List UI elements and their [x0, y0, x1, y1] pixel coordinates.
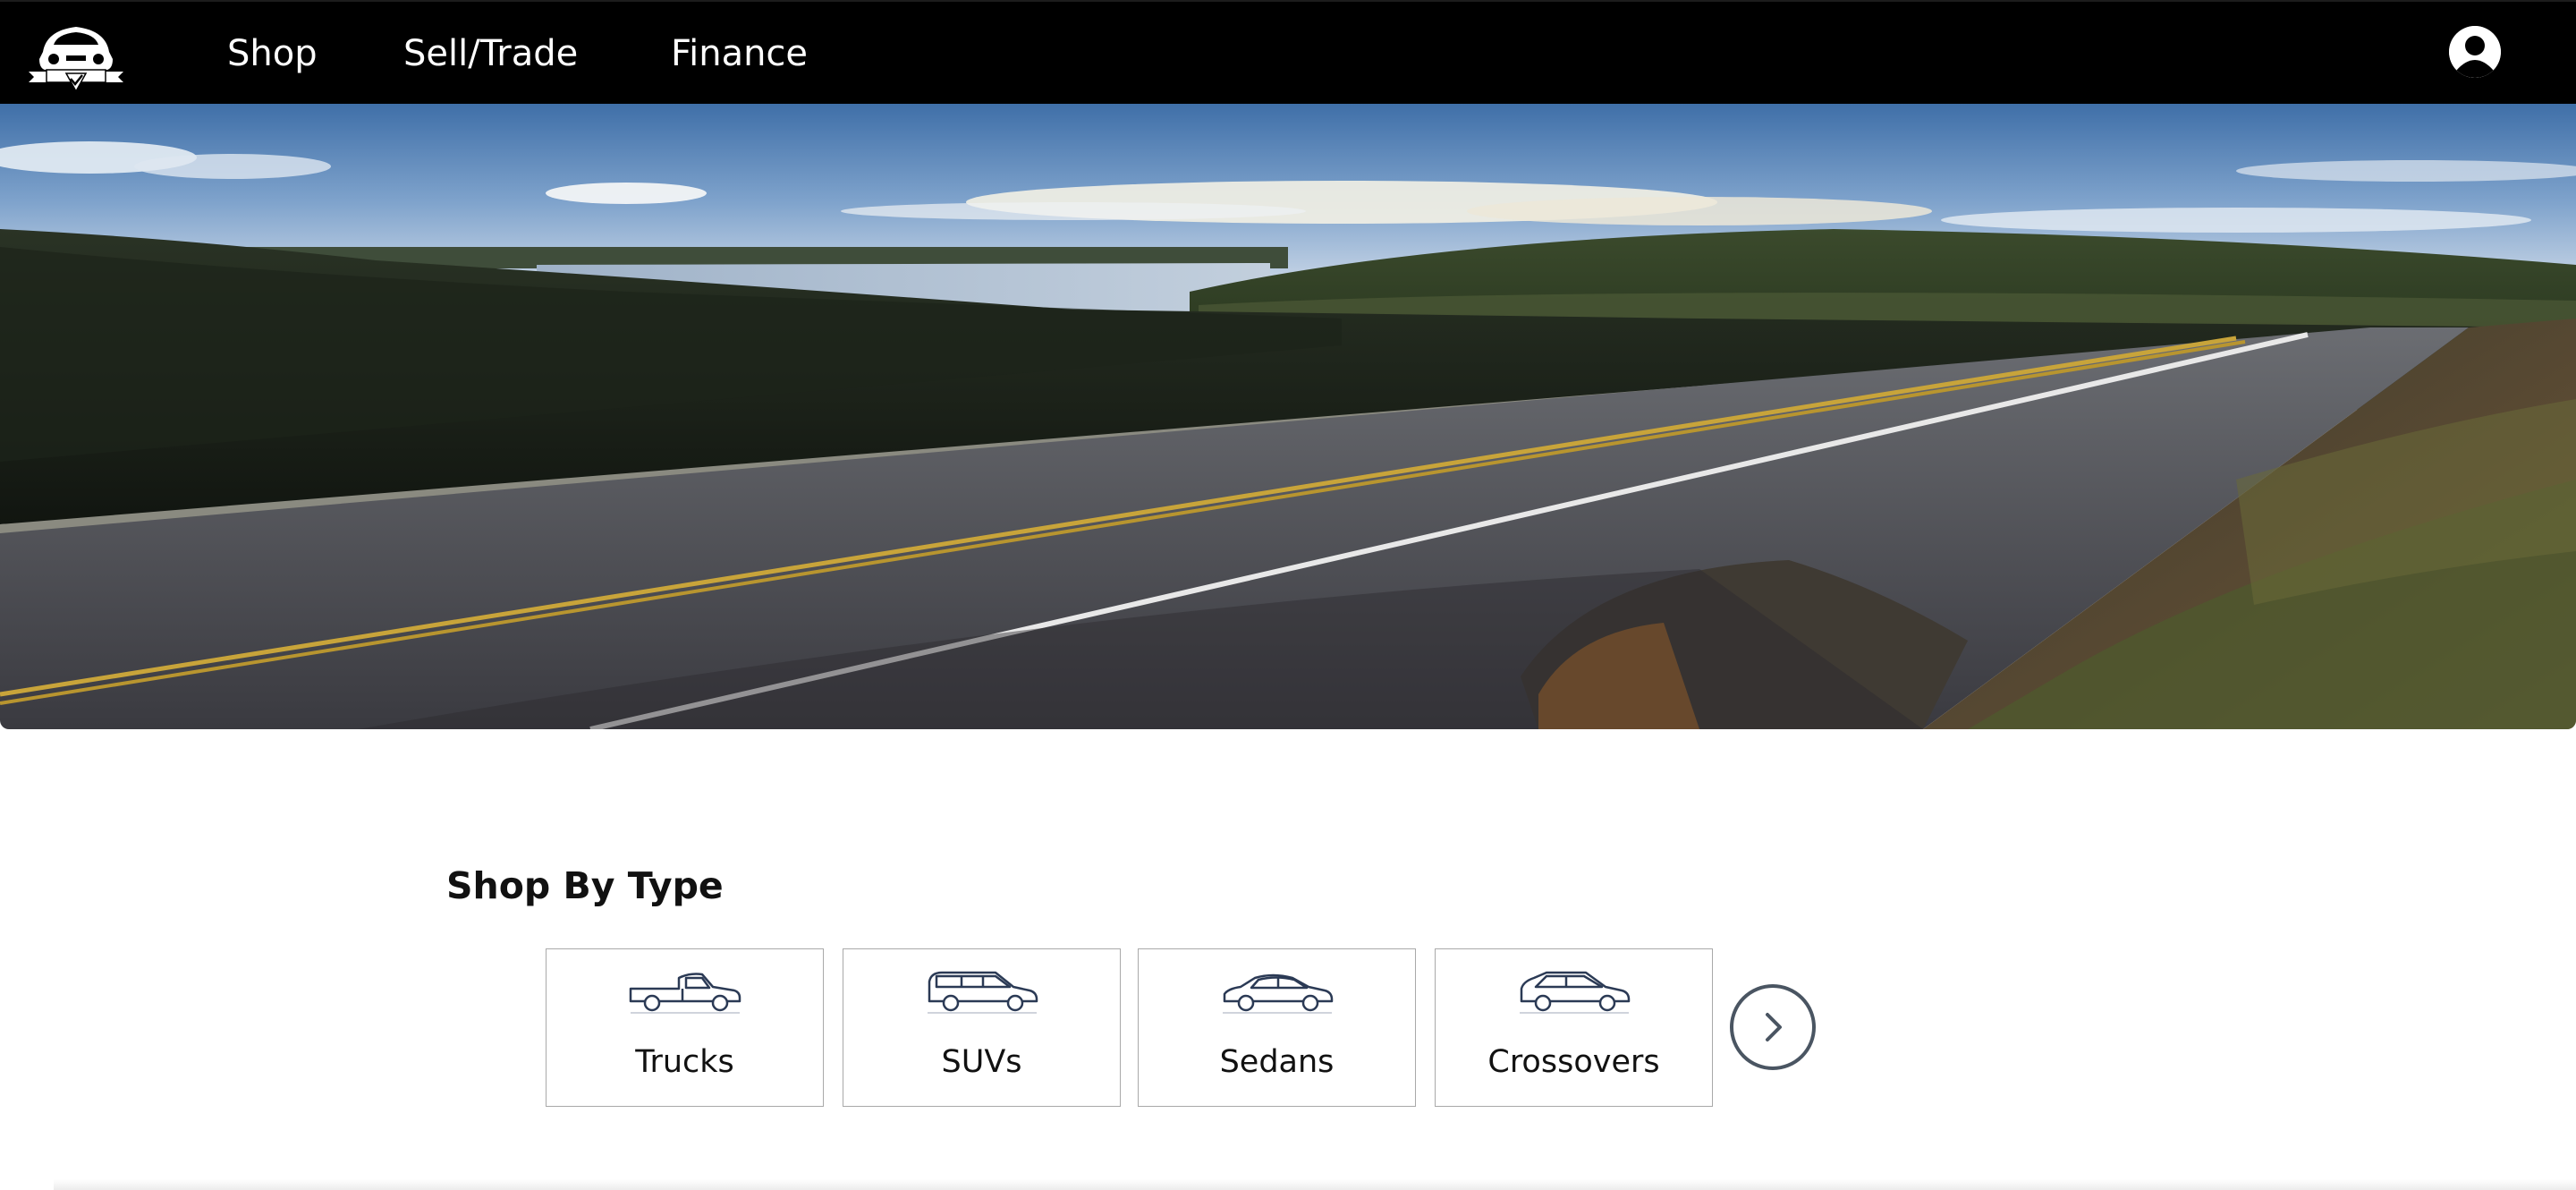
type-card-label-sedans: Sedans — [1219, 1044, 1335, 1080]
truck-icon — [629, 973, 741, 1014]
nav-link-sell-trade[interactable]: Sell/Trade — [403, 29, 578, 79]
user-avatar-icon[interactable] — [2449, 26, 2501, 78]
nav-link-finance[interactable]: Finance — [671, 29, 808, 79]
car-badge-logo-icon[interactable] — [27, 18, 125, 93]
page-bottom-divider — [54, 1179, 2576, 1190]
hero-banner-image — [0, 104, 2576, 729]
top-navbar: Shop Sell/Trade Finance — [0, 0, 2576, 104]
shop-by-type-heading: Shop By Type — [446, 864, 724, 907]
type-card-label-suvs: SUVs — [941, 1044, 1022, 1080]
nav-link-shop[interactable]: Shop — [227, 29, 318, 79]
type-card-suvs[interactable]: SUVs — [843, 948, 1121, 1107]
crossover-icon — [1519, 971, 1630, 1014]
next-types-button[interactable] — [1730, 984, 1816, 1070]
type-card-sedans[interactable]: Sedans — [1138, 948, 1416, 1107]
type-card-label-trucks: Trucks — [635, 1044, 734, 1080]
type-card-trucks[interactable]: Trucks — [546, 948, 824, 1107]
sedan-icon — [1222, 973, 1333, 1014]
type-card-label-crossovers: Crossovers — [1487, 1044, 1660, 1080]
suv-icon — [927, 971, 1038, 1014]
type-card-crossovers[interactable]: Crossovers — [1435, 948, 1713, 1107]
chevron-right-icon — [1766, 1013, 1782, 1041]
